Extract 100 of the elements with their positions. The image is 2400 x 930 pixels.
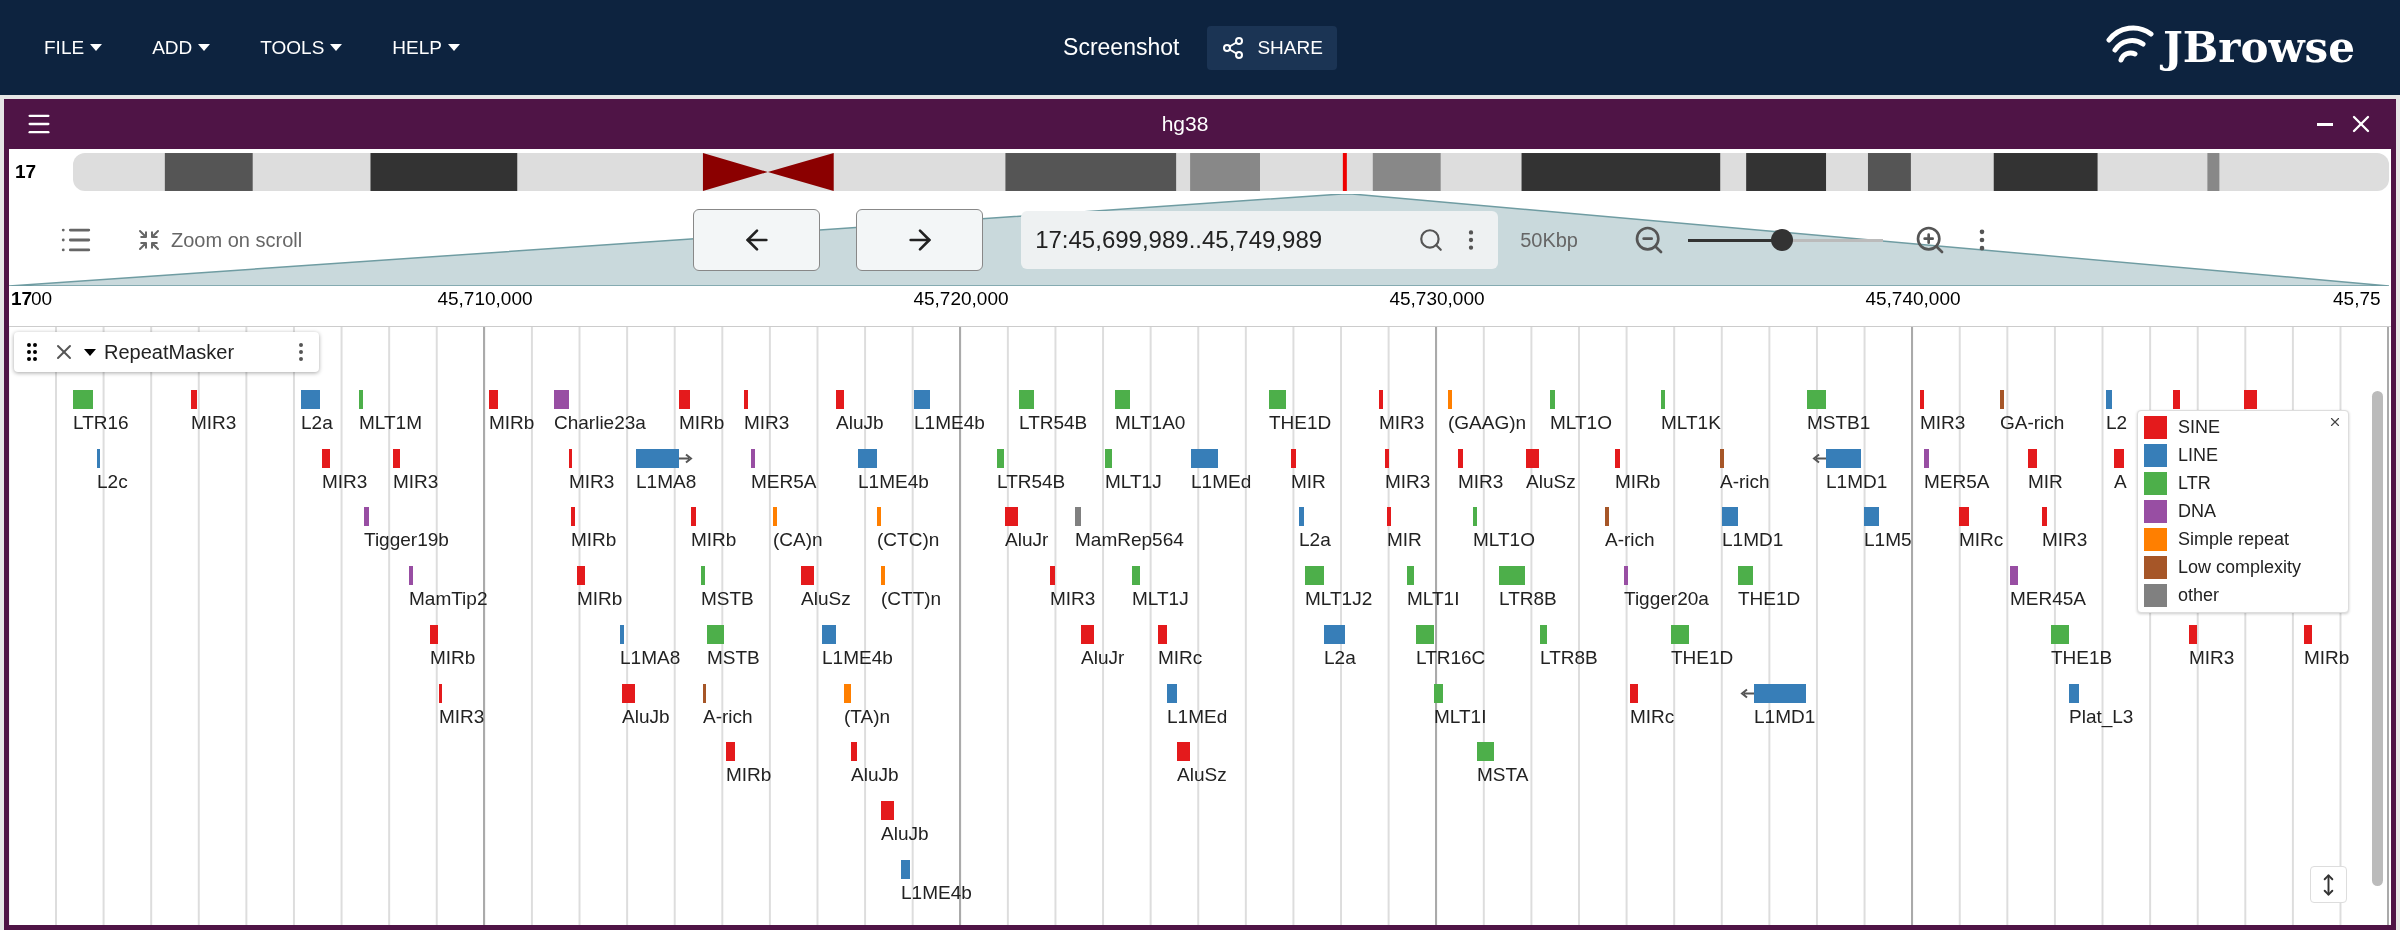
feature-block[interactable] [1105, 448, 1112, 468]
feature-block[interactable] [1605, 507, 1609, 527]
feature-block[interactable] [1158, 624, 1167, 644]
feature-block[interactable] [1075, 507, 1081, 527]
forward-button[interactable] [856, 209, 984, 271]
feature-block[interactable] [1167, 683, 1177, 703]
feature-block[interactable] [2304, 624, 2312, 644]
feature-block[interactable] [751, 448, 755, 468]
feature-block[interactable] [1826, 448, 1861, 468]
feature-block[interactable] [577, 566, 585, 586]
feature-block[interactable] [1722, 507, 1738, 527]
feature-block[interactable] [1005, 507, 1018, 527]
zoom-out-icon[interactable] [1633, 224, 1665, 256]
location-field[interactable]: 17:45,699,989..45,749,989 [1021, 211, 1499, 269]
feature-block[interactable] [1407, 566, 1414, 586]
feature-block[interactable] [1081, 624, 1094, 644]
feature-block[interactable] [801, 566, 814, 586]
caret-icon [84, 348, 96, 356]
search-icon[interactable] [1418, 227, 1445, 253]
feature-block[interactable] [1924, 448, 1929, 468]
feature-block[interactable] [439, 683, 442, 703]
feature-block[interactable] [822, 624, 836, 644]
feature-block[interactable] [1299, 507, 1304, 527]
feature-block[interactable] [703, 683, 706, 703]
zoom-in-icon[interactable] [1914, 224, 1946, 256]
feature-block[interactable] [1050, 566, 1055, 586]
feature-block[interactable] [97, 448, 100, 468]
feature-block[interactable] [997, 448, 1004, 468]
feature-block[interactable] [569, 448, 572, 468]
feature-block[interactable] [881, 800, 894, 820]
menu-button[interactable]: FILE [30, 28, 117, 67]
feature-label: A-rich [1720, 470, 1770, 493]
feature-block[interactable] [2189, 624, 2197, 644]
feature-block[interactable] [881, 566, 885, 586]
feature-block[interactable] [622, 683, 635, 703]
feature-block[interactable] [901, 859, 910, 879]
feature-block[interactable] [1615, 448, 1620, 468]
feature-block[interactable] [1959, 507, 1969, 527]
feature-block[interactable] [1132, 566, 1140, 586]
feature-block[interactable] [691, 507, 696, 527]
feature-block[interactable] [1864, 507, 1879, 527]
scrollbar[interactable] [2372, 391, 2383, 886]
feature-block[interactable] [1191, 448, 1218, 468]
feature-block[interactable] [1305, 566, 1324, 586]
feature-block[interactable] [1754, 683, 1806, 703]
feature-block[interactable] [851, 742, 857, 762]
feature-block[interactable] [2069, 683, 2079, 703]
feature-block[interactable] [2028, 448, 2037, 468]
feature-block[interactable] [701, 566, 705, 586]
feature-block[interactable] [1526, 448, 1539, 468]
feature-block[interactable] [430, 624, 438, 644]
feature-block[interactable] [364, 507, 369, 527]
zoom-on-scroll-button[interactable]: Zoom on scroll [131, 227, 309, 253]
feature-block[interactable] [707, 624, 724, 644]
feature-block[interactable] [2042, 507, 2047, 527]
feature-block[interactable] [1458, 448, 1463, 468]
feature-block[interactable] [409, 566, 413, 586]
feature-block[interactable] [1324, 624, 1345, 644]
share-button[interactable]: SHARE [1207, 25, 1337, 70]
feature-block[interactable] [2010, 566, 2018, 586]
feature-label: MIR3 [744, 412, 790, 434]
resize-button[interactable] [2310, 866, 2347, 903]
feature-label: A-rich [1605, 529, 1655, 552]
feature-block[interactable] [2114, 448, 2124, 468]
menu-button[interactable]: HELP [378, 28, 474, 67]
feature-block[interactable] [1177, 742, 1190, 762]
feature-block[interactable] [1477, 742, 1494, 762]
feature-block[interactable] [1473, 507, 1477, 527]
feature-block[interactable] [773, 507, 777, 527]
feature-block[interactable] [1434, 683, 1443, 703]
feature-label: (GAAG)n [1448, 412, 1527, 434]
feature-block[interactable] [1720, 448, 1724, 468]
feature-block[interactable] [1671, 624, 1689, 644]
feature-block[interactable] [1291, 448, 1296, 468]
back-button[interactable] [693, 209, 821, 271]
feature-block[interactable] [1540, 624, 1547, 644]
feature-label: AluJb [622, 705, 670, 728]
feature-block[interactable] [1499, 566, 1525, 586]
feature-block[interactable] [1624, 566, 1628, 586]
feature-block[interactable] [1416, 624, 1434, 644]
slider-thumb[interactable] [1770, 229, 1793, 251]
feature-block[interactable] [1385, 448, 1389, 468]
feature-block[interactable] [844, 683, 851, 703]
feature-block[interactable] [726, 742, 735, 762]
menu-button[interactable]: TOOLS [246, 28, 357, 67]
feature-block[interactable] [571, 507, 575, 527]
feature-label: MIRb [691, 529, 737, 552]
feature-block[interactable] [636, 448, 679, 468]
menu-button[interactable]: ADD [138, 28, 225, 67]
feature-block[interactable] [322, 448, 330, 468]
feature-block[interactable] [1738, 566, 1753, 586]
feature-label: MIRc [1630, 705, 1675, 728]
feature-block[interactable] [393, 448, 400, 468]
feature-block[interactable] [1387, 507, 1391, 527]
feature-block[interactable] [858, 448, 877, 468]
feature-label: MLT1I [1407, 588, 1460, 611]
feature-block[interactable] [1630, 683, 1638, 703]
feature-block[interactable] [877, 507, 881, 527]
feature-block[interactable] [2051, 624, 2069, 644]
feature-block[interactable] [620, 624, 624, 644]
